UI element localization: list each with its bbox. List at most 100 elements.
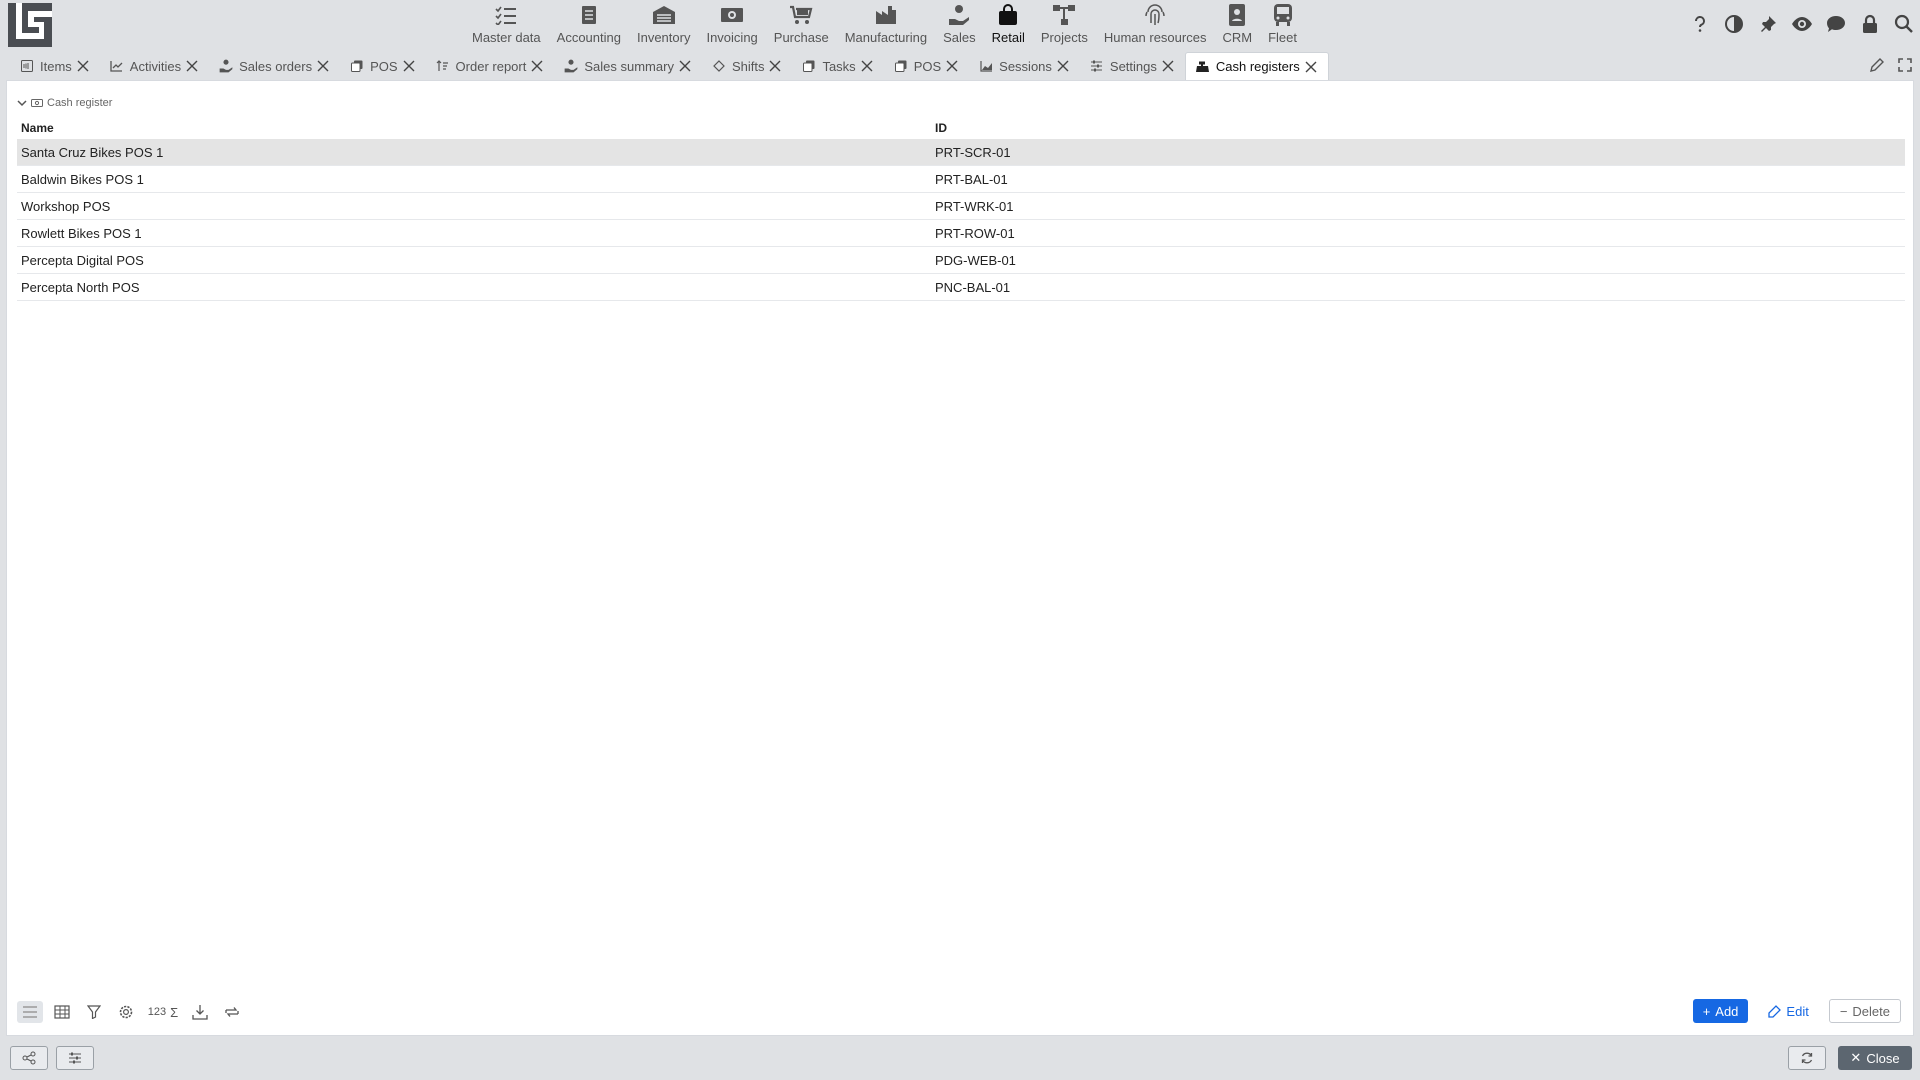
fullscreen-icon[interactable] <box>1896 56 1914 74</box>
search-icon[interactable] <box>1892 12 1916 36</box>
close-icon[interactable] <box>1056 59 1070 73</box>
count-label: 123 <box>147 1006 167 1018</box>
column-header-name[interactable]: Name <box>17 121 935 135</box>
module-manufacturing[interactable]: Manufacturing <box>837 0 935 50</box>
module-inventory[interactable]: Inventory <box>629 0 698 50</box>
close-icon[interactable] <box>530 59 544 73</box>
table-row[interactable]: Percepta Digital POS PDG-WEB-01 <box>17 247 1905 274</box>
edit-button[interactable]: Edit <box>1758 999 1818 1023</box>
add-button[interactable]: + Add <box>1692 999 1749 1023</box>
hand-coin-icon <box>219 59 233 73</box>
share-button[interactable] <box>10 1046 48 1070</box>
close-icon[interactable] <box>316 59 330 73</box>
cash-register-icon <box>1196 60 1210 74</box>
download-icon[interactable] <box>187 1001 213 1023</box>
lock-icon[interactable] <box>1858 12 1882 36</box>
area-chart-icon <box>979 59 993 73</box>
tab-tasks[interactable]: Tasks <box>792 52 883 80</box>
module-invoicing[interactable]: Invoicing <box>698 0 765 50</box>
module-label: Manufacturing <box>844 30 928 45</box>
close-icon[interactable] <box>1161 59 1175 73</box>
line-chart-icon <box>110 59 124 73</box>
tab-cash-registers[interactable]: Cash registers <box>1184 52 1329 80</box>
diamond-icon <box>712 59 726 73</box>
module-label: Master data <box>472 30 541 45</box>
list-view-icon[interactable] <box>17 1001 43 1023</box>
close-icon[interactable] <box>678 59 692 73</box>
module-projects[interactable]: Projects <box>1033 0 1096 50</box>
tab-activities[interactable]: Activities <box>100 52 209 80</box>
tab-order-report[interactable]: Order report <box>426 52 555 80</box>
reload-button[interactable] <box>1788 1046 1826 1070</box>
module-label: Fleet <box>1268 30 1297 45</box>
tab-pos[interactable]: POS <box>884 52 969 80</box>
help-icon[interactable] <box>1688 12 1712 36</box>
eye-icon[interactable] <box>1790 12 1814 36</box>
close-icon[interactable] <box>402 59 416 73</box>
module-purchase[interactable]: Purchase <box>766 0 837 50</box>
close-icon[interactable] <box>860 59 874 73</box>
contrast-icon[interactable] <box>1722 12 1746 36</box>
tab-sales-summary[interactable]: Sales summary <box>554 52 702 80</box>
tab-sales-orders[interactable]: Sales orders <box>209 52 340 80</box>
tab-label: Tasks <box>822 58 856 74</box>
edit-label: Edit <box>1786 1003 1809 1019</box>
ledger-icon <box>581 3 597 27</box>
module-accounting[interactable]: Accounting <box>549 0 629 50</box>
chat-icon[interactable] <box>1824 12 1848 36</box>
module-crm[interactable]: CRM <box>1214 0 1260 50</box>
table-row[interactable]: Baldwin Bikes POS 1 PRT-BAL-01 <box>17 166 1905 193</box>
delete-button[interactable]: − Delete <box>1828 999 1901 1023</box>
tab-label: Cash registers <box>1215 59 1300 74</box>
cell-id: PRT-SCR-01 <box>935 144 1011 160</box>
module-label: Retail <box>991 30 1025 45</box>
tab-label: POS <box>370 58 398 74</box>
grid-header: Name ID <box>17 117 1905 139</box>
table-row[interactable]: Santa Cruz Bikes POS 1 PRT-SCR-01 <box>17 139 1905 166</box>
table-row[interactable]: Workshop POS PRT-WRK-01 <box>17 193 1905 220</box>
close-button[interactable]: ✕ Close <box>1838 1046 1912 1070</box>
tab-shifts[interactable]: Shifts <box>702 52 793 80</box>
tab-settings[interactable]: Settings <box>1080 52 1185 80</box>
module-master-data[interactable]: Master data <box>464 0 549 50</box>
filter-icon[interactable] <box>81 1001 107 1023</box>
tab-label: Items <box>40 58 72 74</box>
close-icon[interactable] <box>945 59 959 73</box>
delete-label: Delete <box>1852 1003 1890 1019</box>
tab-items[interactable]: Items <box>10 52 100 80</box>
cell-id: PRT-BAL-01 <box>935 171 1008 187</box>
table-row[interactable]: Rowlett Bikes POS 1 PRT-ROW-01 <box>17 220 1905 247</box>
cell-id: PDG-WEB-01 <box>935 252 1016 268</box>
module-human-resources[interactable]: Human resources <box>1096 0 1215 50</box>
pencil-icon[interactable] <box>1868 56 1886 74</box>
copy-icon <box>350 59 364 73</box>
table-view-icon[interactable] <box>49 1001 75 1023</box>
column-header-id[interactable]: ID <box>935 121 947 135</box>
close-icon[interactable] <box>185 59 199 73</box>
module-retail[interactable]: Retail <box>984 0 1033 50</box>
table-row[interactable]: Percepta North POS PNC-BAL-01 <box>17 274 1905 301</box>
section-title: Cash register <box>47 97 113 109</box>
record-count-button[interactable]: 123 Σ <box>145 1001 181 1023</box>
close-icon[interactable] <box>76 59 90 73</box>
tab-pos[interactable]: POS <box>340 52 425 80</box>
hand-coin-icon <box>564 59 578 73</box>
close-icon[interactable] <box>1304 60 1318 74</box>
refresh-icon[interactable] <box>219 1001 245 1023</box>
top-bar: Master data Accounting Inventory Invoicing P… <box>0 0 1920 50</box>
tab-sessions[interactable]: Sessions <box>969 52 1080 80</box>
module-fleet[interactable]: Fleet <box>1260 0 1305 50</box>
pin-icon[interactable] <box>1756 12 1780 36</box>
tab-label: Settings <box>1109 58 1157 74</box>
cell-name: Baldwin Bikes POS 1 <box>21 171 144 187</box>
close-icon[interactable] <box>768 59 782 73</box>
cell-name: Rowlett Bikes POS 1 <box>21 225 142 241</box>
section-header[interactable]: Cash register <box>17 97 112 109</box>
factory-icon <box>875 3 897 27</box>
copy-icon <box>802 59 816 73</box>
settings-button[interactable] <box>56 1046 94 1070</box>
app-logo[interactable] <box>8 3 52 47</box>
chevron-down-icon[interactable] <box>17 98 27 108</box>
module-sales[interactable]: Sales <box>935 0 984 50</box>
gear-icon[interactable] <box>113 1001 139 1023</box>
